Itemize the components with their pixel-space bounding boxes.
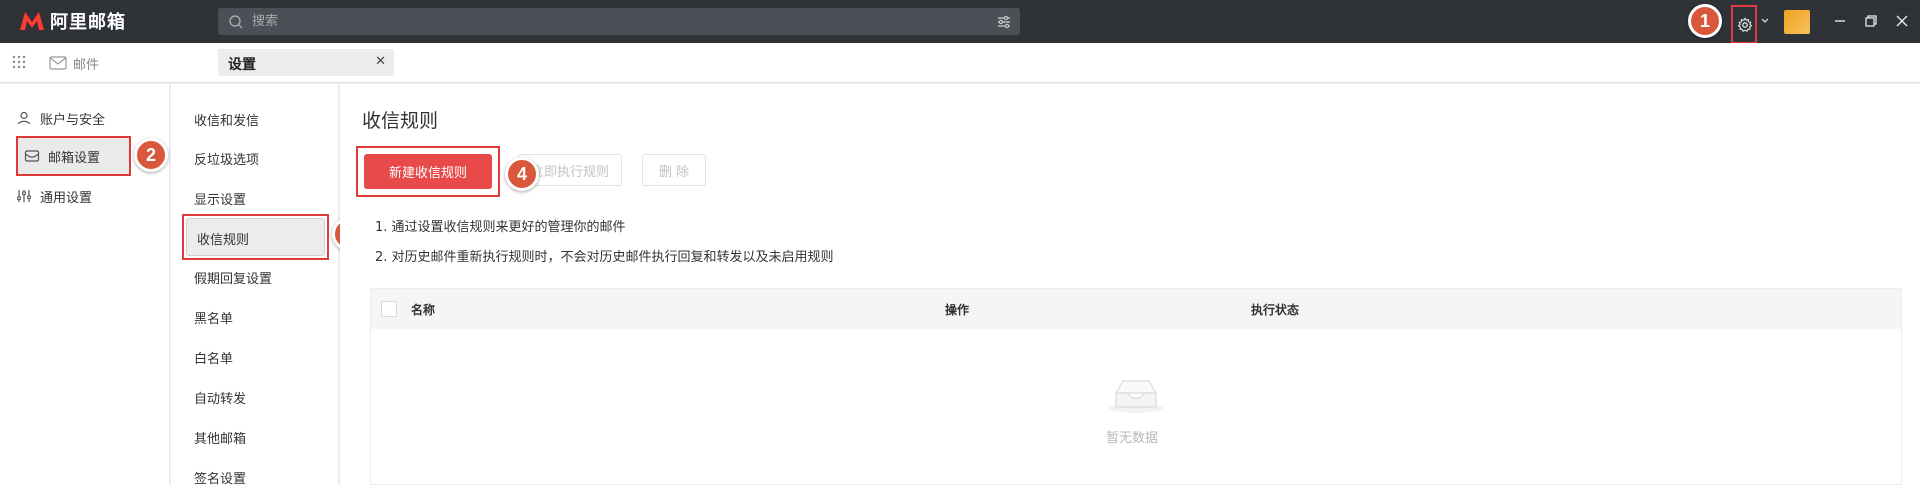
- new-rule-button[interactable]: 新建收信规则: [364, 154, 492, 189]
- search-filter-icon[interactable]: [996, 14, 1012, 30]
- minimize-icon[interactable]: [1831, 12, 1849, 30]
- empty-state-text: 暂无数据: [1106, 431, 1159, 446]
- tab-settings[interactable]: 设置 ✕: [218, 49, 394, 76]
- gear-icon: [1737, 17, 1753, 33]
- delete-button[interactable]: 删 除: [642, 154, 706, 186]
- menu-item-anti-spam[interactable]: 反垃圾选项: [194, 149, 259, 168]
- tip-line: 2. 对历史邮件重新执行规则时，不会对历史邮件执行回复和转发以及未启用规则: [375, 250, 834, 265]
- tab-mail[interactable]: 邮件: [49, 52, 99, 74]
- menu-item-signature[interactable]: 签名设置: [194, 468, 246, 485]
- table-header: 名称 操作 执行状态: [371, 289, 1901, 329]
- search-bar[interactable]: [218, 8, 1020, 35]
- app-title: 阿里邮箱: [50, 12, 126, 33]
- menu-item-send-receive[interactable]: 收信和发信: [194, 110, 259, 129]
- new-rule-highlight: 新建收信规则: [356, 146, 500, 197]
- menu-item-inbox-rules-label: 收信规则: [197, 233, 250, 248]
- step-marker-2: 2: [134, 138, 168, 172]
- restore-icon[interactable]: [1862, 12, 1880, 30]
- sidebar-item-account-security[interactable]: 账户与安全: [16, 98, 131, 138]
- menu-item-whitelist[interactable]: 白名单: [194, 348, 233, 367]
- select-all-checkbox[interactable]: [381, 301, 397, 317]
- menu-item-auto-forward[interactable]: 自动转发: [194, 388, 246, 407]
- settings-button[interactable]: [1731, 5, 1757, 44]
- step-marker-1: 1: [1688, 4, 1722, 38]
- menu-item-vacation-reply[interactable]: 假期回复设置: [194, 268, 272, 287]
- sidebar-item-mailbox-settings[interactable]: 邮箱设置: [16, 136, 131, 176]
- app-logo[interactable]: 阿里邮箱: [18, 8, 126, 34]
- close-icon[interactable]: [1893, 12, 1911, 30]
- menu-item-other-mailboxes[interactable]: 其他邮箱: [194, 428, 246, 447]
- menu-item-display-settings[interactable]: 显示设置: [194, 189, 246, 208]
- step-marker-4: 4: [505, 157, 539, 191]
- top-bar: 阿里邮箱 1: [0, 0, 1920, 44]
- envelope-icon: [49, 56, 67, 70]
- apps-grid-icon[interactable]: [11, 54, 27, 70]
- search-input[interactable]: [252, 8, 952, 35]
- tip-line: 1. 通过设置收信规则来更好的管理你的邮件: [375, 220, 626, 235]
- tab-bar: 邮件 设置 ✕: [0, 43, 1920, 83]
- tab-mail-label: 邮件: [73, 57, 100, 73]
- menu-item-inbox-rules[interactable]: 收信规则: [182, 214, 329, 260]
- sliders-icon: [17, 190, 31, 202]
- rules-table: 名称 操作 执行状态 暂无数据: [370, 288, 1902, 485]
- empty-inbox-icon: [1109, 380, 1163, 413]
- avatar[interactable]: [1784, 10, 1810, 34]
- mailbox-icon: [24, 150, 40, 162]
- column-header-name: 名称: [411, 303, 436, 317]
- tab-settings-label: 设置: [228, 57, 256, 73]
- sidebar-item-label: 通用设置: [40, 190, 93, 206]
- search-icon: [229, 15, 243, 29]
- sidebar-item-label: 邮箱设置: [48, 150, 101, 166]
- column-header-status: 执行状态: [1251, 303, 1300, 317]
- sidebar-item-general-settings[interactable]: 通用设置: [16, 176, 131, 216]
- tab-close-icon[interactable]: ✕: [375, 55, 386, 69]
- menu-item-inbox-rules-highlight: 收信规则: [186, 218, 325, 256]
- menu-item-blacklist[interactable]: 黑名单: [194, 308, 233, 327]
- page-title: 收信规则: [362, 110, 439, 132]
- user-icon: [17, 111, 31, 125]
- sidebar-item-label: 账户与安全: [40, 112, 106, 128]
- chevron-down-icon[interactable]: [1760, 17, 1770, 25]
- mailbox-settings-menu: 收信和发信 反垃圾选项 显示设置 收信规则 假期回复设置 黑名单 白名单 自动转…: [171, 84, 339, 485]
- main-content: 收信规则 新建收信规则 立即执行规则 删 除 1. 通过设置收信规则来更好的管理…: [340, 84, 1920, 485]
- aliyun-mail-logo-icon: [20, 12, 44, 30]
- column-header-actions: 操作: [945, 303, 970, 317]
